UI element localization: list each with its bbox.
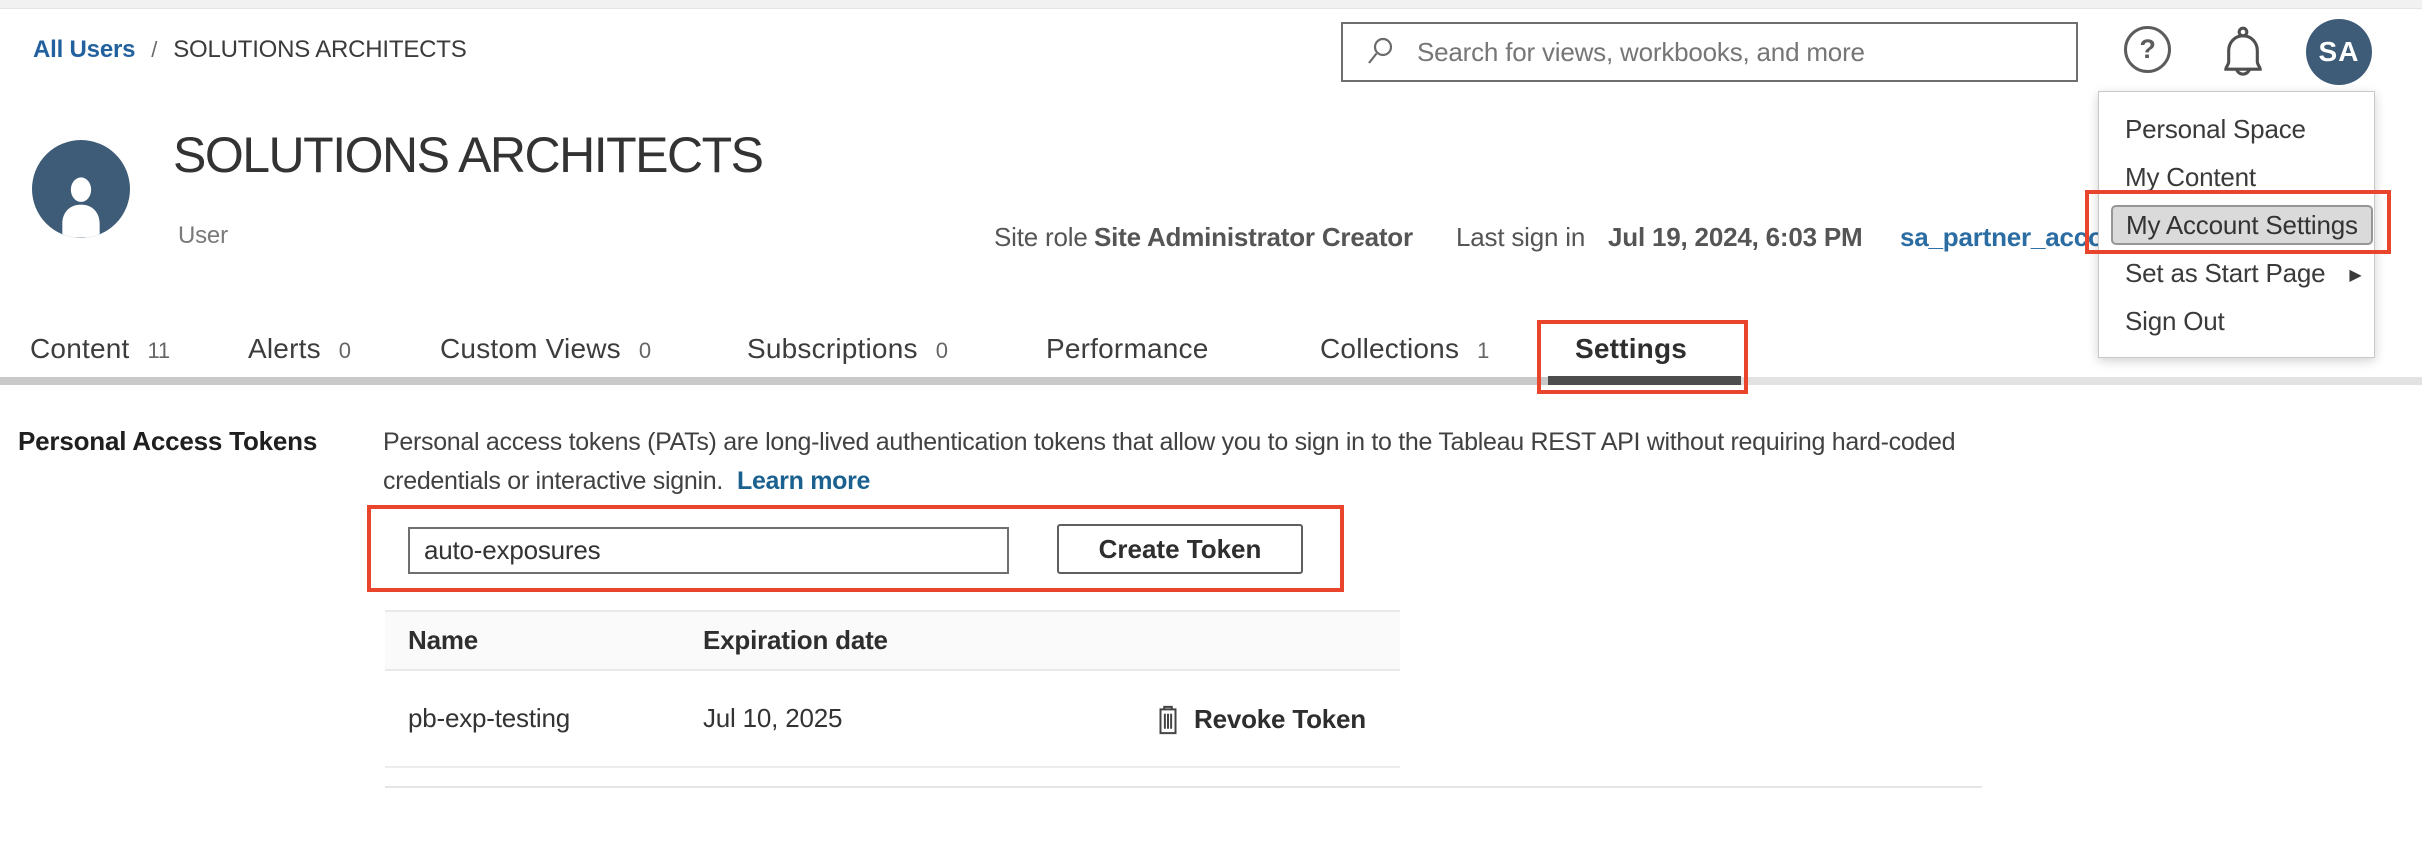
tab-content-label: Content — [30, 333, 129, 365]
token-expiration-cell: Jul 10, 2025 — [703, 671, 842, 765]
pat-description-line2-wrap: credentials or interactive signin. Learn … — [383, 462, 1955, 501]
breadcrumb: All Users / SOLUTIONS ARCHITECTS — [33, 36, 467, 64]
pat-description-line2: credentials or interactive signin. — [383, 467, 723, 495]
notifications-bell-icon[interactable] — [2214, 22, 2272, 84]
submenu-arrow-icon: ▶ — [2349, 267, 2361, 284]
profile-subtitle: User — [178, 222, 228, 250]
tab-settings-label: Settings — [1575, 333, 1687, 365]
token-name-input[interactable] — [408, 527, 1009, 574]
page-title: SOLUTIONS ARCHITECTS — [173, 126, 763, 184]
menu-item-sign-out[interactable]: Sign Out — [2099, 297, 2374, 345]
user-avatar-icon — [32, 140, 130, 238]
section-divider — [385, 786, 1982, 788]
tab-track — [0, 377, 1548, 385]
account-username-link[interactable]: sa_partner_accou — [1900, 222, 2119, 253]
create-token-button[interactable]: Create Token — [1057, 524, 1303, 574]
trash-icon — [1155, 705, 1181, 735]
account-menu: Personal Space My Content My Account Set… — [2098, 91, 2375, 358]
menu-item-personal-space[interactable]: Personal Space — [2099, 105, 2374, 153]
tab-custom-views[interactable]: Custom Views 0 — [440, 333, 651, 365]
menu-item-my-content[interactable]: My Content — [2099, 153, 2374, 201]
tab-content-count: 11 — [147, 338, 169, 364]
tab-subscriptions-count: 0 — [936, 338, 948, 364]
tab-settings[interactable]: Settings — [1575, 333, 1687, 365]
site-role-value: Site Administrator Creator — [1094, 222, 1413, 253]
tab-collections[interactable]: Collections 1 — [1320, 333, 1489, 365]
menu-item-my-account-settings-label: My Account Settings — [2111, 205, 2373, 245]
personal-access-tokens-heading: Personal Access Tokens — [18, 426, 317, 457]
page: All Users / SOLUTIONS ARCHITECTS ? SA Pe… — [0, 0, 2422, 850]
tab-performance-label: Performance — [1046, 333, 1209, 365]
pat-description-line1: Personal access tokens (PATs) are long-l… — [383, 423, 1955, 462]
revoke-token-button[interactable]: Revoke Token — [1155, 671, 1366, 768]
last-sign-in-value: Jul 19, 2024, 6:03 PM — [1608, 222, 1863, 253]
breadcrumb-all-users-link[interactable]: All Users — [33, 36, 135, 64]
tab-content[interactable]: Content 11 — [30, 333, 170, 365]
token-name-cell: pb-exp-testing — [408, 671, 570, 765]
menu-item-set-as-start-page-label: Set as Start Page — [2125, 258, 2325, 288]
pat-description: Personal access tokens (PATs) are long-l… — [383, 423, 1955, 501]
avatar[interactable]: SA — [2306, 19, 2372, 85]
breadcrumb-separator: / — [151, 37, 157, 63]
tab-performance[interactable]: Performance — [1046, 333, 1209, 365]
site-role-label: Site role — [994, 222, 1088, 253]
tab-track-right — [1741, 377, 2422, 385]
search-input[interactable] — [1417, 37, 2057, 68]
token-table-row: pb-exp-testing Jul 10, 2025 Revoke Token — [385, 671, 1400, 768]
token-table-header: Name Expiration date — [385, 610, 1400, 671]
column-header-expiration-date: Expiration date — [703, 612, 888, 669]
tab-alerts-count: 0 — [339, 338, 351, 364]
tab-subscriptions-label: Subscriptions — [747, 333, 918, 365]
tab-collections-count: 1 — [1477, 338, 1489, 364]
search-icon — [1365, 35, 1399, 69]
search-box[interactable] — [1341, 22, 2078, 82]
revoke-token-label: Revoke Token — [1194, 704, 1366, 735]
tab-alerts[interactable]: Alerts 0 — [248, 333, 351, 365]
help-icon[interactable]: ? — [2124, 26, 2171, 73]
active-tab-indicator — [1548, 376, 1741, 385]
column-header-name: Name — [408, 612, 478, 669]
tab-collections-label: Collections — [1320, 333, 1459, 365]
tab-custom-views-count: 0 — [639, 338, 651, 364]
tab-alerts-label: Alerts — [248, 333, 321, 365]
menu-item-my-account-settings[interactable]: My Account Settings — [2099, 201, 2374, 249]
menu-item-set-as-start-page[interactable]: Set as Start Page ▶ — [2099, 249, 2374, 297]
breadcrumb-current: SOLUTIONS ARCHITECTS — [173, 36, 466, 64]
learn-more-link[interactable]: Learn more — [737, 467, 870, 495]
top-strip — [0, 0, 2422, 9]
tab-subscriptions[interactable]: Subscriptions 0 — [747, 333, 948, 365]
last-sign-in-label: Last sign in — [1456, 222, 1585, 253]
tab-custom-views-label: Custom Views — [440, 333, 621, 365]
